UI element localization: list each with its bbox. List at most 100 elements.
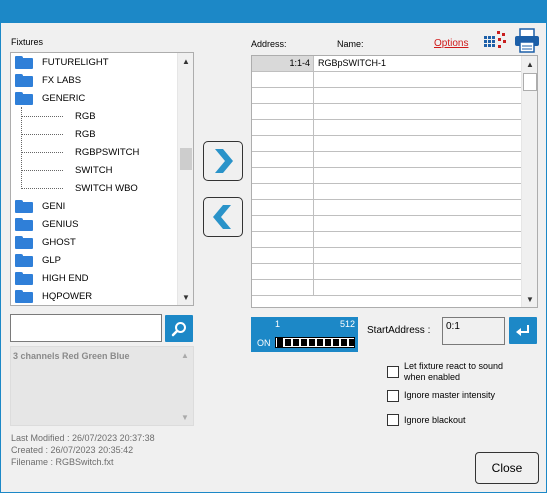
patch-name-cell [315,248,318,263]
scroll-down-icon[interactable]: ▼ [177,409,193,425]
search-input[interactable] [10,314,162,342]
dmx-switch[interactable] [301,339,307,346]
created-date: Created : 26/07/2023 20:35:42 [11,445,134,455]
scroll-up-icon[interactable]: ▲ [522,56,537,72]
patch-row[interactable] [252,152,522,168]
tree-folder-item[interactable]: HIGH END [11,269,177,287]
patch-address-cell [252,200,314,215]
filename: Filename : RGBSwitch.fxt [11,457,114,467]
start-address-label: StartAddress : [367,325,431,336]
last-modified: Last Modified : 26/07/2023 20:37:38 [11,433,155,443]
tree-fixture-item[interactable]: RGB [11,107,177,125]
patch-row[interactable] [252,232,522,248]
patch-address-cell [252,136,314,151]
tree-item-label: GENI [42,200,66,212]
patch-address-cell [252,72,314,87]
description-scrollbar[interactable]: ▲ ▼ [177,347,193,425]
folder-icon [15,253,33,267]
patch-name-cell: RGBpSWITCH-1 [318,58,387,68]
dmx-switch[interactable] [293,339,299,346]
tree-folder-item[interactable]: HQPOWER [11,287,177,305]
patch-row[interactable] [252,136,522,152]
dmx-universe-selector[interactable]: 1 512 ON [251,317,358,352]
scroll-up-icon[interactable]: ▲ [178,53,193,69]
dmx-switch[interactable] [349,339,355,346]
dmx-switch[interactable] [341,339,347,346]
options-link[interactable]: Options [434,38,468,49]
close-button[interactable]: Close [475,452,539,484]
scroll-down-icon[interactable]: ▼ [522,291,537,307]
dmx-switch-1[interactable] [277,338,283,347]
patch-row[interactable] [252,88,522,104]
patch-row[interactable] [252,280,522,296]
fixture-tree[interactable]: FUTURELIGHT FX LABS GENERIC RGB RGB RGBPSWITC… [10,52,194,306]
tree-folder-item[interactable]: FUTURELIGHT [11,53,177,71]
start-address-input[interactable]: 0:1 [442,317,505,345]
dmx-switch[interactable] [285,339,291,346]
patch-row[interactable] [252,168,522,184]
printer-icon[interactable] [514,28,540,53]
tree-item-label: FX LABS [42,74,82,86]
tree-folder-item[interactable]: GENI [11,197,177,215]
ignore-blackout-checkbox[interactable] [387,414,399,426]
name-header: Name: [337,39,364,49]
patch-row[interactable] [252,120,522,136]
tree-connector [21,134,63,135]
scroll-thumb[interactable] [180,148,192,170]
tree-fixture-item[interactable]: RGB [11,125,177,143]
patch-address-cell [252,184,314,199]
patch-name-cell [315,184,318,199]
tree-item-label: SWITCH WBO [75,182,138,194]
tree-folder-item[interactable]: GENIUS [11,215,177,233]
dmx-start: 1 [275,319,281,329]
remove-fixture-button[interactable] [203,197,243,237]
dmx-switch[interactable] [317,339,323,346]
scroll-thumb[interactable] [523,73,537,91]
tree-scrollbar[interactable]: ▲ ▼ [177,53,193,305]
dmx-switch[interactable] [333,339,339,346]
patch-row[interactable] [252,200,522,216]
patch-row[interactable]: 1:1-4 RGBpSWITCH-1 [252,56,522,72]
tree-fixture-item[interactable]: SWITCH [11,161,177,179]
tree-folder-item[interactable]: GLP [11,251,177,269]
dmx-switch[interactable] [309,339,315,346]
dmx-switch[interactable] [325,339,331,346]
tree-folder-item[interactable]: FX LABS [11,71,177,89]
ignore-master-intensity-label: Ignore master intensity [404,390,496,400]
tree-fixture-item[interactable]: SWITCH WBO [11,179,177,197]
patch-row[interactable] [252,72,522,88]
patch-row[interactable] [252,104,522,120]
dmx-end: 512 [339,319,355,329]
ignore-master-intensity-checkbox[interactable] [387,390,399,402]
fixture-grid-icon[interactable] [483,30,507,52]
fixture-tree-rows: FUTURELIGHT FX LABS GENERIC RGB RGB RGBPSWITC… [11,53,177,305]
fixture-dialog: Fixtures FUTURELIGHT FX LABS GENERIC RGB RGB… [0,0,547,493]
tree-connector [21,116,63,117]
dmx-switch-strip[interactable] [275,337,355,348]
title-bar[interactable] [1,1,546,23]
address-header: Address: [251,39,287,49]
grid-scrollbar[interactable]: ▲ ▼ [521,56,537,307]
react-to-sound-checkbox[interactable] [387,366,399,378]
patch-name-cell [315,152,318,167]
patch-row[interactable] [252,248,522,264]
tree-folder-item[interactable]: GENERIC [11,89,177,107]
patch-address-cell [252,168,314,183]
chevron-right-icon [215,149,233,173]
search-button[interactable] [165,315,193,342]
patch-grid[interactable]: 1:1-4 RGBpSWITCH-1 ▲ ▼ [251,55,538,308]
add-fixture-button[interactable] [203,141,243,181]
fixture-description: 3 channels Red Green Blue ▲ ▼ [10,346,194,426]
patch-name-cell [315,136,318,151]
patch-name-cell [315,216,318,231]
scroll-down-icon[interactable]: ▼ [178,289,193,305]
patch-row[interactable] [252,216,522,232]
tree-fixture-item[interactable]: RGBPSWITCH [11,143,177,161]
apply-address-button[interactable] [509,317,537,344]
tree-folder-item[interactable]: GHOST [11,233,177,251]
patch-row[interactable] [252,184,522,200]
scroll-up-icon[interactable]: ▲ [177,347,193,363]
patch-name-cell [315,200,318,215]
dmx-on-label: ON [257,338,271,348]
patch-row[interactable] [252,264,522,280]
